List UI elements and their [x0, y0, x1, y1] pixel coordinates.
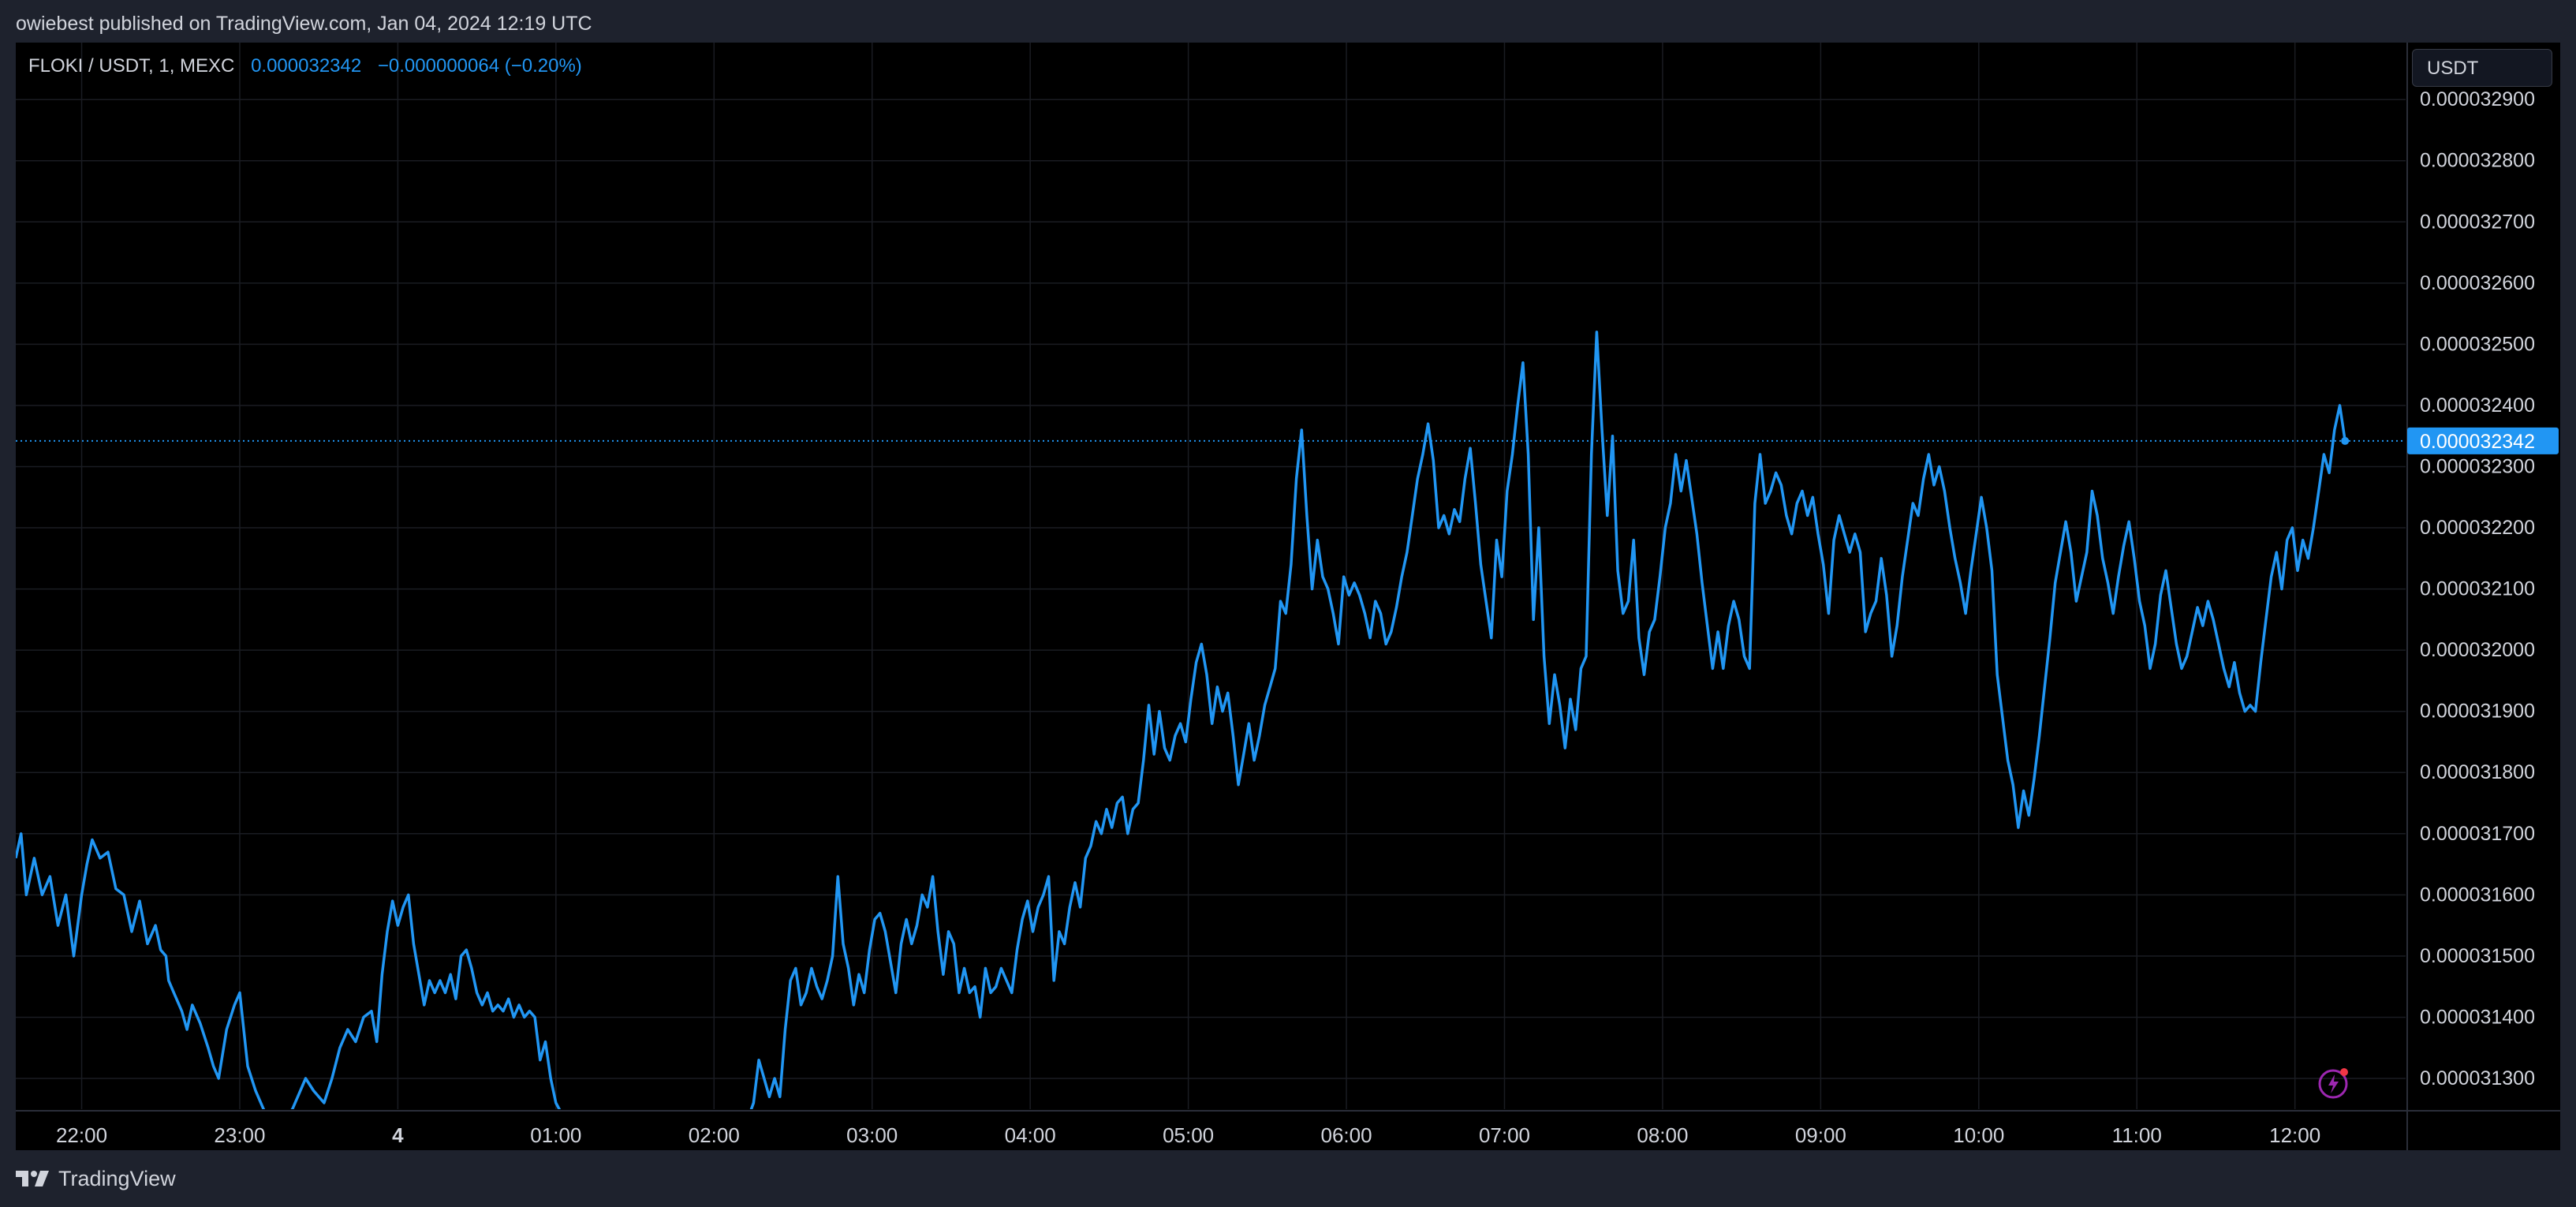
y-tick-label: 0.000031400	[2420, 1006, 2535, 1028]
chart-legend: FLOKI / USDT, 1, MEXC 0.000032342 −0.000…	[28, 55, 582, 77]
symbol-label[interactable]: FLOKI / USDT, 1, MEXC	[28, 55, 234, 77]
x-tick-label: 11:00	[2112, 1123, 2162, 1147]
y-tick-label: 0.000032200	[2420, 517, 2535, 539]
y-tick-label: 0.000031600	[2420, 884, 2535, 906]
lightning-bolt-icon[interactable]	[2317, 1065, 2352, 1100]
published-text: owiebest published on TradingView.com, J…	[16, 13, 592, 35]
x-tick-label: 01:00	[530, 1123, 581, 1147]
y-tick-label: 0.000032800	[2420, 150, 2535, 172]
x-tick-label: 22:00	[56, 1123, 107, 1147]
tradingview-logo-icon[interactable]	[16, 1168, 50, 1189]
x-tick-label: 04:00	[1005, 1123, 1056, 1147]
y-tick-label: 0.000031800	[2420, 761, 2535, 783]
price-change-label: −0.000000064 (−0.20%)	[377, 55, 582, 77]
y-tick-label: 0.000032100	[2420, 578, 2535, 600]
notification-dot	[2340, 1068, 2348, 1076]
footer: TradingView	[16, 1163, 176, 1194]
x-tick-label: 09:00	[1795, 1123, 1846, 1147]
last-price-badge-label: 0.000032342	[2420, 431, 2535, 453]
y-tick-label: 0.000032600	[2420, 272, 2535, 294]
currency-label: USDT	[2427, 58, 2479, 79]
y-tick-label: 0.000032500	[2420, 333, 2535, 355]
x-tick-label: 06:00	[1321, 1123, 1372, 1147]
grid	[16, 43, 2406, 1109]
y-tick-label: 0.000032900	[2420, 88, 2535, 110]
y-tick-label: 0.000032700	[2420, 211, 2535, 233]
x-tick-label: 07:00	[1479, 1123, 1530, 1147]
x-tick-label: 03:00	[846, 1123, 898, 1147]
y-tick-label: 0.000031500	[2420, 945, 2535, 967]
price-chart[interactable]: 0.000032900 0.000032800 0.000032700 0.00003…	[16, 43, 2560, 1150]
y-tick-label: 0.000031700	[2420, 823, 2535, 845]
y-tick-label: 0.000032400	[2420, 394, 2535, 417]
price-series-line	[16, 331, 2346, 1109]
last-price-marker: 0.000032342	[16, 427, 2559, 454]
x-tick-label: 23:00	[214, 1123, 265, 1147]
brand-label[interactable]: TradingView	[58, 1167, 176, 1191]
chart-panel[interactable]: 0.000032900 0.000032800 0.000032700 0.00003…	[16, 43, 2560, 1150]
series	[16, 331, 2350, 1109]
x-tick-label: 02:00	[689, 1123, 740, 1147]
y-tick-label: 0.000032300	[2420, 455, 2535, 477]
y-tick-label: 0.000032000	[2420, 639, 2535, 661]
publication-header: owiebest published on TradingView.com, J…	[0, 0, 2576, 43]
x-tick-label: 05:00	[1163, 1123, 1214, 1147]
currency-selector[interactable]: USDT	[2412, 49, 2552, 87]
x-tick-label: 4	[392, 1123, 404, 1147]
x-tick-label: 08:00	[1637, 1123, 1688, 1147]
y-tick-label: 0.000031300	[2420, 1067, 2535, 1089]
y-tick-label: 0.000031900	[2420, 701, 2535, 723]
x-tick-label: 12:00	[2269, 1123, 2320, 1147]
x-tick-label: 10:00	[1953, 1123, 2004, 1147]
last-price-label: 0.000032342	[251, 55, 362, 77]
